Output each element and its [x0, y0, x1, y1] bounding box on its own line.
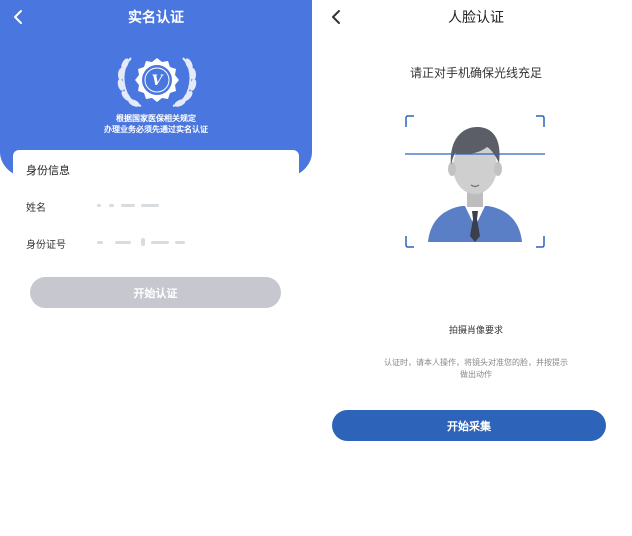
real-name-screen: 实名认证 V 根据国家医保相关规定 办理业务必须先通过实名认证 身份信息 姓名 … — [0, 0, 312, 536]
instruction-text: 请正对手机确保光线充足 — [409, 66, 542, 80]
identity-card: 身份信息 姓名 身份证号 — [13, 150, 299, 270]
requirements-line-2: 做出动作 — [460, 370, 492, 379]
name-label: 姓名 — [26, 203, 46, 214]
start-capture-button[interactable]: 开始采集 — [332, 410, 606, 441]
page-title: 实名认证 — [128, 10, 184, 26]
face-scan-frame — [405, 115, 545, 248]
face-verification-screen: 人脸认证 请正对手机确保光线充足 拍摄肖像要求 认证时，请本人操作，将镜头对准您… — [320, 0, 632, 536]
requirements-title: 拍摄肖像要求 — [448, 326, 503, 336]
id-number-label: 身份证号 — [26, 240, 66, 251]
identity-section-title: 身份信息 — [26, 164, 70, 177]
page-title: 人脸认证 — [448, 10, 504, 26]
start-verification-button[interactable]: 开始认证 — [30, 277, 281, 308]
id-number-value-masked — [97, 238, 197, 248]
notice-line-1: 根据国家医保相关规定 — [116, 114, 196, 123]
name-value-masked — [97, 201, 177, 211]
notice-line-2: 办理业务必须先通过实名认证 — [104, 125, 208, 134]
verified-badge-icon: V — [117, 57, 197, 107]
person-silhouette-icon — [428, 127, 522, 242]
requirements-line-1: 认证时，请本人操作，将镜头对准您的脸，并按提示 — [384, 358, 568, 367]
